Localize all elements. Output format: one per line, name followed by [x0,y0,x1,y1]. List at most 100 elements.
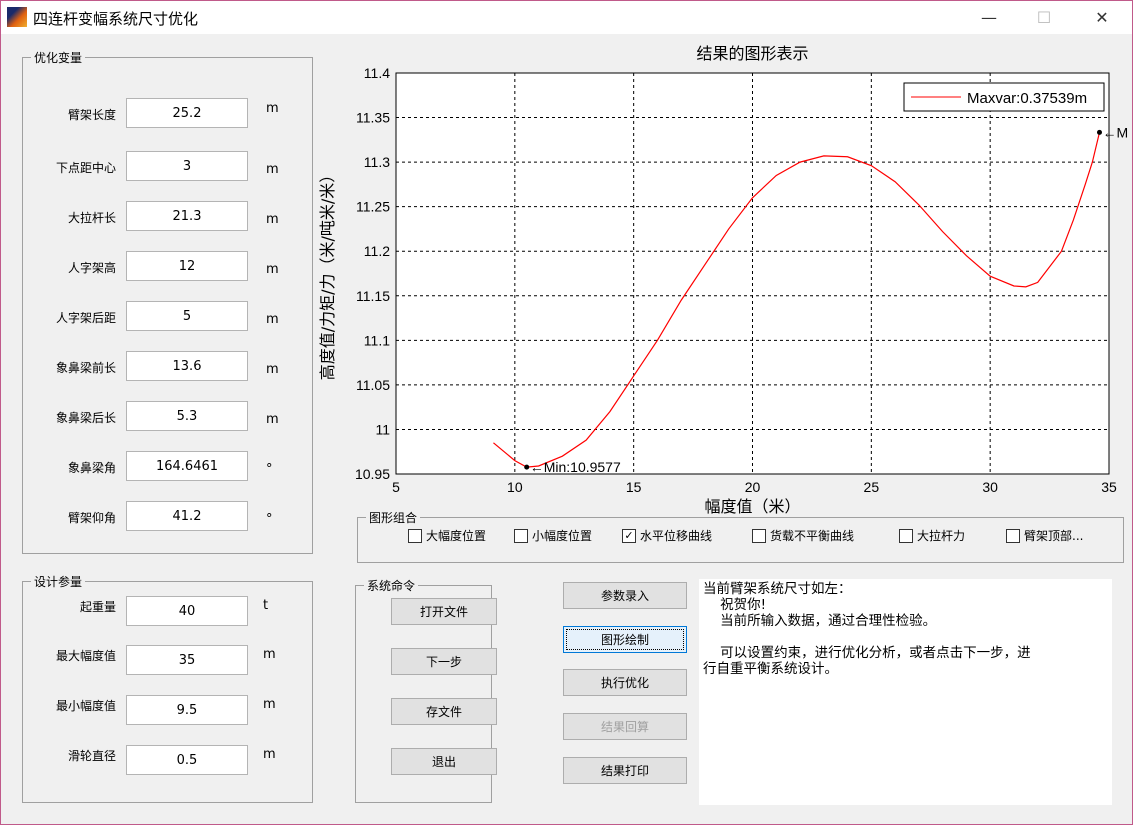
message-box: 当前臂架系统尺寸如左： 祝贺你! 当前所输入数据，通过合理性检验。 可以设置约束… [699,579,1112,805]
unit-label: m [266,312,279,327]
value-input[interactable]: 25.2 [126,98,248,128]
value-input[interactable]: 5.3 [126,401,248,431]
minimize-button[interactable]: — [966,1,1012,34]
result-chart: 5 10 15 20 25 30 35 10.95 11 11.05 11.1 11.15 11.2 11… [311,39,1131,519]
maximize-button[interactable]: ☐ [1021,1,1067,34]
y-tick-label: 11.3 [364,154,390,170]
checkbox-label: 小幅度位置 [532,529,593,543]
value-input[interactable]: 40 [126,596,248,626]
field-label: 最小幅度值 [55,699,116,713]
command-button[interactable]: 退出 [391,748,497,775]
plot-checkbox[interactable]: 大幅度位置 [408,527,486,544]
field-label: 大拉杆长 [67,211,116,225]
plot-checkbox[interactable]: 臂架顶部... [1006,527,1083,544]
y-axis-label: 高度值/力矩/力（米/吨米/米） [318,167,337,381]
x-tick-label: 20 [745,479,761,495]
action-button[interactable]: 结果打印 [563,757,687,784]
field-label: 象鼻梁角 [67,461,116,475]
unit-label: m [266,262,279,277]
value-input[interactable]: 3 [126,151,248,181]
annotation-marker [524,464,530,470]
plot-checkbox[interactable]: 货载不平衡曲线 [752,527,854,544]
y-tick-label: 11.1 [364,332,390,348]
unit-label: m [263,747,276,762]
x-tick-label: 15 [626,479,642,495]
unit-label: ° [266,462,273,477]
field-label: 起重量 [79,600,116,614]
panel-title: 图形组合 [369,511,418,525]
checkbox-label: 大幅度位置 [426,529,487,543]
x-tick-label: 35 [1101,479,1117,495]
checkbox-label: 水平位移曲线 [640,529,713,543]
plot-checkbox[interactable]: 小幅度位置 [514,527,592,544]
y-tick-label: 11.05 [356,377,390,393]
field-label: 象鼻梁前长 [55,361,116,375]
command-button[interactable]: 存文件 [391,698,497,725]
y-tick-label: 11.4 [364,65,390,81]
y-tick-label: 11.25 [356,199,390,215]
checkbox-icon[interactable] [752,528,766,543]
action-button[interactable]: 图形绘制 [563,626,687,653]
value-input[interactable]: 12 [126,251,248,281]
close-button[interactable]: ✕ [1079,1,1125,34]
y-tick-label: 11.35 [356,110,390,126]
field-label: 下点距中心 [55,161,116,175]
x-tick-label: 5 [392,479,400,495]
value-input[interactable]: 164.6461 [126,451,248,481]
checkbox-icon[interactable] [899,528,913,543]
action-button[interactable]: 执行优化 [563,669,687,696]
field-label: 最大幅度值 [55,649,116,663]
y-tick-label: 10.95 [355,466,390,482]
y-tick-label: 11 [375,421,390,437]
checkbox-icon[interactable] [514,528,528,543]
field-label: 臂架仰角 [67,511,116,525]
checkbox-icon[interactable]: ✓ [622,528,636,543]
legend-label: Maxvar:0.37539m [967,90,1087,107]
y-tick-label: 11.15 [356,288,390,304]
plot-checkbox[interactable]: ✓ 水平位移曲线 [622,527,712,544]
value-input[interactable]: 5 [126,301,248,331]
field-label: 人字架高 [67,261,116,275]
value-input[interactable]: 35 [126,645,248,675]
unit-label: m [263,647,276,662]
field-label: 象鼻梁后长 [55,411,116,425]
unit-label: m [266,212,279,227]
checkbox-label: 臂架顶部... [1024,529,1084,543]
value-input[interactable]: 13.6 [126,351,248,381]
annotation-label: ←Min:10.9577 [530,459,621,475]
window-title: 四连杆变幅系统尺寸优化 [33,10,199,28]
x-tick-label: 30 [982,479,998,495]
x-tick-label: 10 [507,479,523,495]
x-tick-label: 25 [864,479,880,495]
value-input[interactable]: 41.2 [126,501,248,531]
field-label: 人字架后距 [55,311,116,325]
unit-label: m [263,697,276,712]
value-input[interactable]: 9.5 [126,695,248,725]
panel-title: 设计参量 [34,575,83,589]
annotation-label: ←M [1102,124,1128,140]
chart-title: 结果的图形表示 [696,44,808,63]
annotation-marker [1096,129,1102,135]
panel-title: 优化变量 [34,51,83,65]
action-button[interactable]: 结果回算 [563,713,687,740]
checkbox-label: 货载不平衡曲线 [770,529,855,543]
field-label: 臂架长度 [67,108,116,122]
matlab-app-icon [7,7,27,27]
plot-checkbox[interactable]: 大拉杆力 [899,527,965,544]
unit-label: m [266,101,279,116]
value-input[interactable]: 21.3 [126,201,248,231]
command-button[interactable]: 打开文件 [391,598,497,625]
unit-label: m [266,412,279,427]
checkbox-icon[interactable] [408,528,422,543]
unit-label: m [266,362,279,377]
checkbox-label: 大拉杆力 [917,529,966,543]
y-tick-label: 11.2 [364,243,390,259]
field-label: 滑轮直径 [67,749,116,763]
action-button[interactable]: 参数录入 [563,582,687,609]
checkbox-icon[interactable] [1006,528,1020,543]
panel-title: 系统命令 [367,579,416,593]
value-input[interactable]: 0.5 [126,745,248,775]
command-button[interactable]: 下一步 [391,648,497,675]
unit-label: ° [266,512,273,527]
unit-label: t [263,598,269,613]
